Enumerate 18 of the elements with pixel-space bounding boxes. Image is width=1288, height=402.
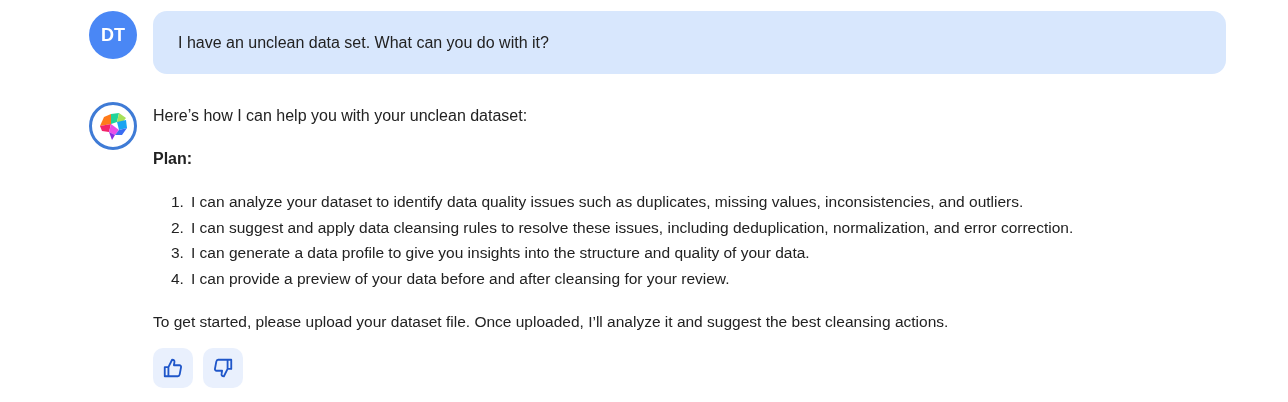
list-number: 1.	[171, 192, 185, 212]
list-number: 4.	[171, 269, 185, 290]
user-message: I have an unclean data set. What can you do with it?	[153, 11, 1226, 74]
thumbs-up-icon	[162, 356, 184, 379]
plan-step: I can suggest and apply data cleansing rules to resolve these issues, including deduplication, normalization, and error correction.	[191, 214, 1074, 241]
plan-heading: Plan:	[153, 149, 194, 169]
plan-step: I can generate a data profile to give you insights into the structure and quality of your data.	[191, 240, 810, 267]
closing-text: To get started, please upload your dataset file. Once uploaded, I’ll analyze it and suggest the best cleansing actions.	[153, 311, 950, 332]
list-number: 3.	[171, 243, 185, 264]
user-avatar: DT	[89, 11, 137, 59]
plan-step: I can analyze your dataset to identify data quality issues such as duplicates, missing values, inconsistencies, and outliers.	[191, 189, 1024, 215]
thumbs-down-button[interactable]	[203, 347, 243, 388]
thumbs-up-button[interactable]	[153, 347, 193, 388]
intro-text: Here’s how I can help you with your unclean dataset:	[153, 106, 529, 126]
list-number: 2.	[171, 217, 185, 238]
plan-step: I can provide a preview of your data before and after cleansing for your review.	[191, 266, 730, 292]
brain-avatar-icon	[89, 102, 137, 150]
thumbs-down-icon	[212, 356, 234, 379]
